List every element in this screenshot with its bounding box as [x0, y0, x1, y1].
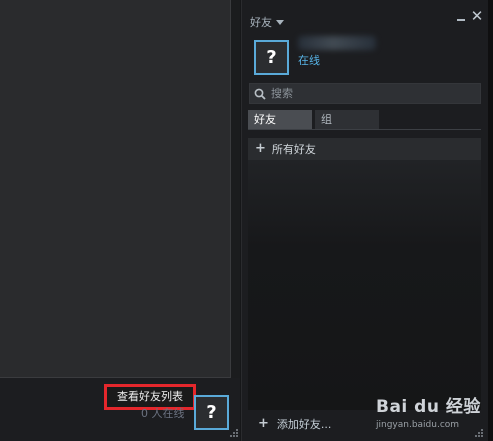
tab-friends[interactable]: 好友 [248, 110, 312, 129]
footer-avatar[interactable]: ? [194, 395, 229, 430]
self-status-dropdown[interactable]: 在线 [298, 52, 320, 68]
baidu-watermark: Bai du 经验 jingyan.baidu.com [376, 392, 488, 438]
plus-icon: + [255, 141, 266, 156]
friends-panel: 好友 ✕ ? 在线 好友 组 + 所有好友 + 添加好友... [241, 0, 488, 441]
watermark-brand: Bai du 经验 [376, 397, 481, 417]
online-count-label: 0 人在线 [141, 407, 185, 420]
friends-list[interactable]: + 所有好友 [248, 138, 481, 410]
search-input[interactable] [271, 87, 471, 100]
resize-grip-icon[interactable] [229, 428, 239, 438]
add-friend-label: 添加好友... [276, 418, 332, 431]
tab-groups[interactable]: 组 [315, 110, 379, 129]
plus-icon: + [258, 416, 269, 431]
group-header-all-friends[interactable]: + 所有好友 [248, 138, 481, 160]
self-avatar[interactable]: ? [254, 40, 289, 75]
watermark-url: jingyan.baidu.com [376, 420, 460, 430]
main-window [0, 0, 240, 441]
caret-down-icon [276, 20, 284, 25]
search-icon [254, 88, 266, 100]
tab-divider [248, 129, 481, 130]
search-box[interactable] [249, 83, 481, 104]
main-content-area [0, 0, 231, 378]
add-friend-button[interactable]: + 添加好友... [258, 416, 331, 432]
window-edge [488, 0, 493, 441]
self-name-redacted [298, 36, 376, 50]
minimize-button[interactable] [456, 10, 468, 24]
friends-panel-title-dropdown[interactable]: 好友 [250, 14, 284, 30]
group-header-label: 所有好友 [271, 143, 316, 156]
friends-panel-title: 好友 [250, 16, 272, 29]
close-button[interactable]: ✕ [470, 9, 484, 24]
